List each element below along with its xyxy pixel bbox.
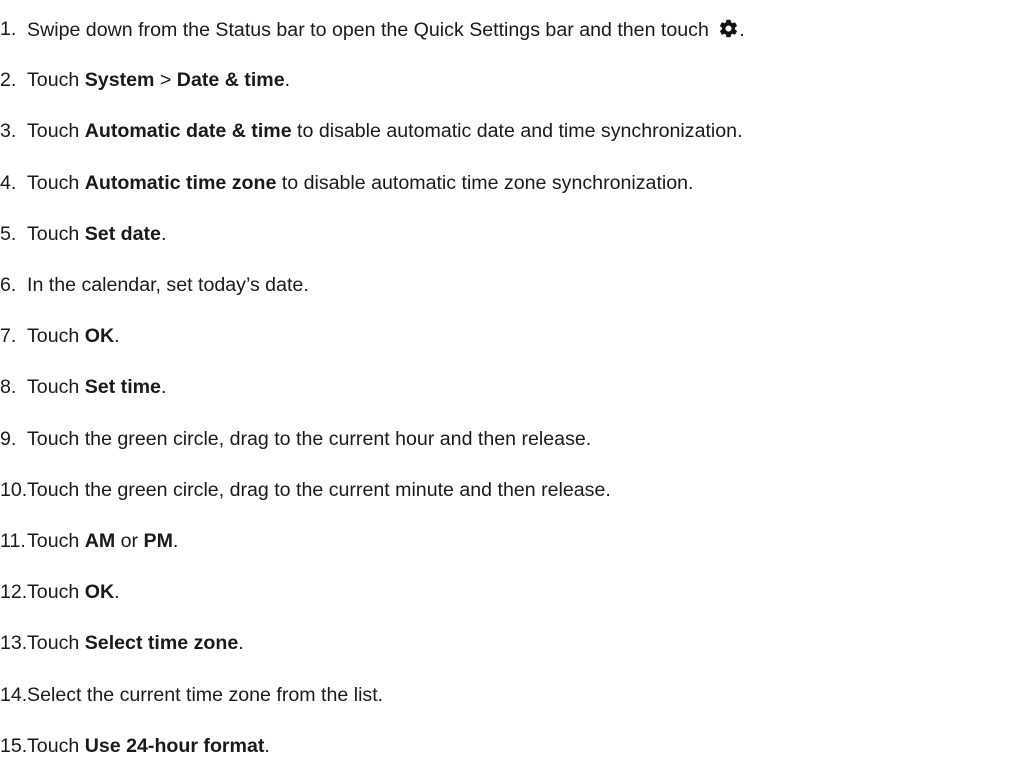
step-text-segment: Touch bbox=[27, 734, 85, 757]
step-text-segment: > bbox=[154, 69, 177, 92]
list-item: 1. Swipe down from the Status bar to open… bbox=[0, 4, 745, 55]
list-item: 8. Touch Set time. bbox=[0, 362, 745, 413]
list-item: 2. Touch System > Date & time. bbox=[0, 55, 745, 106]
step-text-segment: Touch bbox=[27, 120, 85, 143]
step-number: 4. bbox=[0, 171, 17, 194]
list-item: 10. Touch the green circle, drag to the c… bbox=[0, 465, 745, 516]
step-number: 15. bbox=[0, 734, 28, 757]
step-number: 8. bbox=[0, 376, 17, 399]
step-text-segment: Select the current time zone from the li… bbox=[27, 683, 384, 706]
step-text: Touch Automatic time zone to disable aut… bbox=[27, 172, 693, 195]
list-item: 5. Touch Set date. bbox=[0, 209, 745, 260]
ui-term: Set date bbox=[84, 222, 161, 245]
step-text: Touch OK. bbox=[27, 325, 120, 348]
ui-term: Automatic date & time bbox=[84, 120, 292, 143]
step-text-segment: to disable automatic date and time synch… bbox=[291, 120, 743, 143]
step-text: Touch Select time zone. bbox=[27, 632, 244, 655]
step-text-segment: Touch bbox=[27, 222, 85, 245]
list-item: 3. Touch Automatic date & time to disable… bbox=[0, 106, 745, 157]
step-text-segment: or bbox=[115, 529, 144, 552]
step-number: 11. bbox=[0, 529, 26, 552]
step-text: Swipe down from the Status bar to open t… bbox=[27, 18, 745, 42]
step-number: 5. bbox=[0, 222, 17, 245]
step-text-segment: In the calendar, set today’s date. bbox=[27, 274, 309, 297]
step-text-segment: . bbox=[238, 632, 244, 655]
step-text-segment: Touch bbox=[27, 171, 85, 194]
list-item: 6. In the calendar, set today’s date. bbox=[0, 260, 745, 311]
step-number: 14. bbox=[0, 683, 28, 706]
step-text-segment: . bbox=[739, 18, 745, 41]
instruction-list: 1. Swipe down from the Status bar to open… bbox=[0, 4, 745, 772]
step-number: 13. bbox=[0, 632, 28, 655]
ui-term: Select time zone bbox=[84, 632, 239, 655]
step-text-segment: Touch the green circle, drag to the curr… bbox=[27, 478, 611, 501]
list-item: 9. Touch the green circle, drag to the cu… bbox=[0, 414, 745, 465]
step-number: 12. bbox=[0, 581, 28, 604]
step-text: Touch Set time. bbox=[27, 376, 166, 399]
list-item: 4. Touch Automatic time zone to disable a… bbox=[0, 158, 745, 209]
step-text-segment: . bbox=[160, 222, 167, 245]
step-text: Touch the green circle, drag to the curr… bbox=[27, 428, 591, 451]
step-text-segment: . bbox=[114, 581, 120, 604]
step-text-segment: . bbox=[160, 376, 167, 399]
step-number: 2. bbox=[0, 69, 17, 92]
step-number: 10. bbox=[0, 478, 28, 501]
step-number: 3. bbox=[0, 120, 17, 143]
step-number: 1. bbox=[0, 18, 17, 41]
ui-term: Use 24-hour format bbox=[84, 734, 265, 757]
step-text: In the calendar, set today’s date. bbox=[27, 274, 309, 297]
step-text-segment: . bbox=[114, 325, 120, 348]
ui-term: Automatic time zone bbox=[84, 171, 277, 194]
gear-icon bbox=[718, 18, 739, 39]
step-text: Touch the green circle, drag to the curr… bbox=[27, 479, 611, 502]
step-text-segment: Touch bbox=[27, 529, 85, 552]
ui-term: Date & time bbox=[176, 69, 285, 92]
ui-term: OK bbox=[84, 581, 115, 604]
step-text-segment: . bbox=[284, 69, 291, 92]
step-text-segment: . bbox=[264, 734, 270, 757]
step-text-segment: Swipe down from the Status bar to open t… bbox=[27, 18, 715, 41]
ui-term: AM bbox=[84, 529, 116, 552]
step-text-segment: . bbox=[172, 529, 179, 552]
step-text: Touch Automatic date & time to disable a… bbox=[27, 120, 743, 143]
list-item: 7. Touch OK. bbox=[0, 311, 745, 362]
step-number: 7. bbox=[0, 325, 17, 348]
ui-term: System bbox=[84, 69, 155, 92]
step-text: Touch System > Date & time. bbox=[27, 69, 290, 92]
step-text-segment: Touch bbox=[27, 581, 85, 604]
ui-term: OK bbox=[84, 325, 115, 348]
step-text-segment: to disable automatic time zone synchroni… bbox=[276, 171, 694, 194]
step-text-segment: Touch bbox=[27, 376, 85, 399]
list-item: 11. Touch AM or PM. bbox=[0, 516, 745, 567]
step-text: Touch AM or PM. bbox=[27, 530, 178, 553]
step-text: Touch Use 24-hour format. bbox=[27, 735, 270, 758]
ui-term: Set time bbox=[84, 376, 161, 399]
step-text-segment: Touch bbox=[27, 325, 85, 348]
list-item: 12. Touch OK. bbox=[0, 567, 745, 618]
step-number: 6. bbox=[0, 274, 17, 297]
step-text: Touch Set date. bbox=[27, 223, 166, 246]
list-item: 14. Select the current time zone from the… bbox=[0, 669, 745, 720]
step-text: Select the current time zone from the li… bbox=[27, 684, 383, 707]
step-text-segment: Touch bbox=[27, 69, 85, 92]
list-item: 15. Touch Use 24-hour format. bbox=[0, 721, 745, 772]
list-item: 13. Touch Select time zone. bbox=[0, 618, 745, 669]
step-number: 9. bbox=[0, 427, 17, 450]
step-text: Touch OK. bbox=[27, 581, 120, 604]
step-text-segment: Touch the green circle, drag to the curr… bbox=[27, 427, 592, 450]
step-text-segment: Touch bbox=[27, 632, 85, 655]
ui-term: PM bbox=[143, 529, 173, 552]
